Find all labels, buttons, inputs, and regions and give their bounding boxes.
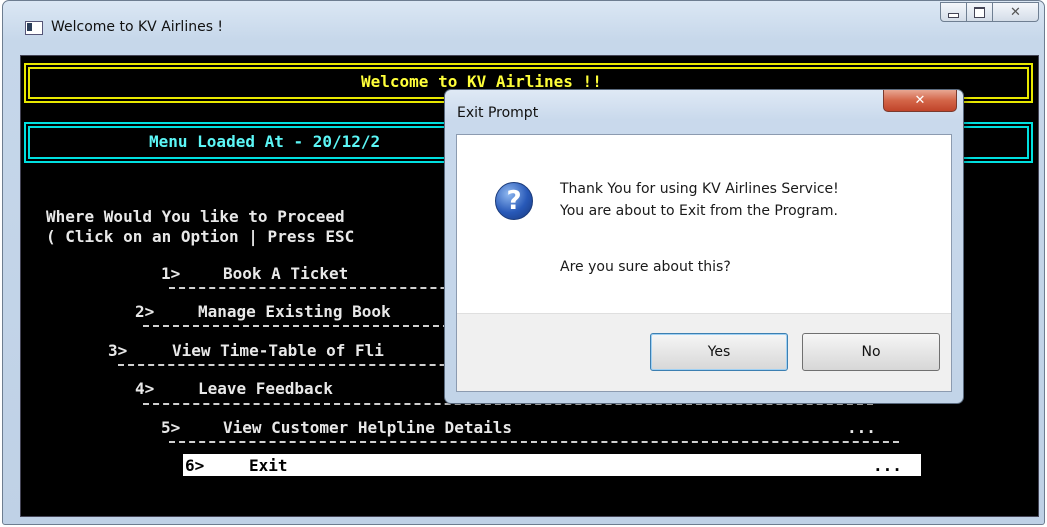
menu-number: 5> <box>161 418 181 437</box>
menu-dots: ... <box>873 456 902 475</box>
menu-loaded-text: Menu Loaded At - 20/12/2 <box>149 132 381 151</box>
minimize-button[interactable] <box>940 2 967 22</box>
menu-dots: ... <box>847 418 876 437</box>
menu-label: Leave Feedback <box>198 379 333 398</box>
close-icon: ✕ <box>1010 4 1021 20</box>
menu-number: 1> <box>161 264 181 283</box>
maximize-icon <box>974 6 985 18</box>
menu-number: 4> <box>135 379 155 398</box>
dialog-message-line-2: You are about to Exit from the Program. <box>560 203 838 219</box>
menu-label: Exit <box>249 456 288 475</box>
menu-label: View Customer Helpline Details <box>223 418 512 437</box>
dialog-message-line-3: Are you sure about this? <box>560 259 731 275</box>
dialog-close-button[interactable]: ✕ <box>883 90 957 112</box>
window-title: Welcome to KV Airlines ! <box>51 19 224 35</box>
close-icon: ✕ <box>914 93 926 108</box>
menu-label: Book A Ticket <box>223 264 349 283</box>
menu-label: Manage Existing Book <box>198 302 391 321</box>
menu-divider <box>169 441 899 443</box>
menu-number: 6> <box>185 456 205 475</box>
yes-button[interactable]: Yes <box>650 333 788 371</box>
minimize-icon <box>948 12 959 18</box>
question-icon: ? <box>495 182 533 220</box>
prompt-line-1: Where Would You like to Proceed <box>46 207 345 226</box>
close-button[interactable]: ✕ <box>993 2 1039 22</box>
window-controls: ✕ <box>940 2 1039 22</box>
no-button[interactable]: No <box>802 333 940 371</box>
dialog-title: Exit Prompt <box>457 105 539 121</box>
selection-highlight <box>183 454 921 476</box>
menu-label: View Time-Table of Fli <box>172 341 384 360</box>
prompt-line-2: ( Click on an Option | Press ESC <box>46 227 355 246</box>
menu-number: 2> <box>135 302 155 321</box>
app-icon <box>25 21 43 35</box>
menu-number: 3> <box>108 341 128 360</box>
exit-prompt-dialog: Exit Prompt ✕ ? Thank You for using KV A… <box>444 89 964 404</box>
dialog-message-line-1: Thank You for using KV Airlines Service! <box>560 181 839 197</box>
maximize-button[interactable] <box>967 2 993 22</box>
